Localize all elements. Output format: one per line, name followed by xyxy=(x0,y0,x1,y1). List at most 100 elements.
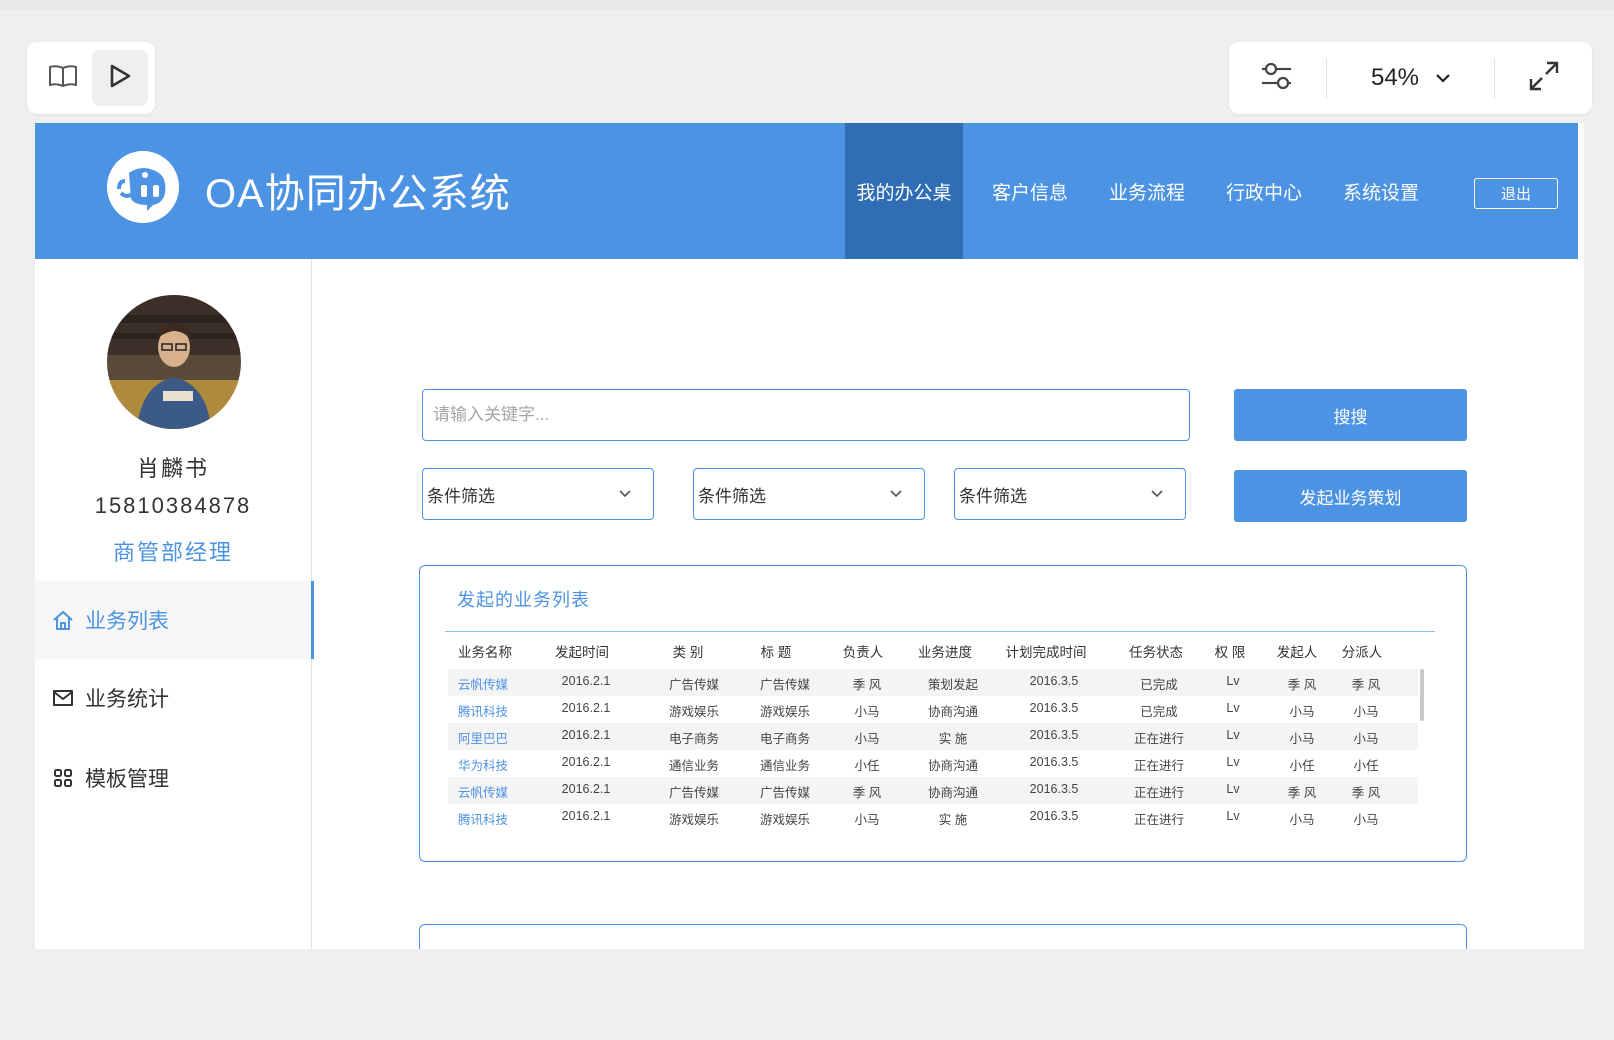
robot-icon xyxy=(107,151,179,223)
search-button[interactable]: 搜搜 xyxy=(1234,389,1467,441)
table-row[interactable]: 华为科技 2016.2.1 通信业务 通信业务 小任 协商沟通 2016.3.5 正在进行 Lv… xyxy=(448,750,1418,777)
table-cell: 实 施 xyxy=(938,813,968,827)
table-cell: 正在进行 xyxy=(1133,759,1185,773)
column-header-col-permission: 权 限 xyxy=(1214,645,1246,660)
table-cell: 季 风 xyxy=(852,678,882,692)
table-cell: 已完成 xyxy=(1140,678,1178,692)
table-row[interactable]: 云帆传媒 2016.2.1 广告传媒 广告传媒 季 风 协商沟通 2016.3.5 正在进行 L… xyxy=(448,777,1418,804)
expand-icon xyxy=(1527,59,1561,98)
nav-item-admin-center[interactable]: 行政中心 xyxy=(1217,123,1311,259)
business-name-link[interactable]: 云帆传媒 xyxy=(458,674,508,693)
table-cell: 2016.3.5 xyxy=(1029,809,1079,823)
table-divider xyxy=(445,631,1435,632)
zoom-level: 54% xyxy=(1370,64,1420,91)
chevron-down-icon xyxy=(888,485,904,501)
table-scrollbar[interactable] xyxy=(1420,669,1424,721)
nav-item-system-settings[interactable]: 系统设置 xyxy=(1334,123,1428,259)
table-cell: 广告传媒 xyxy=(759,678,811,692)
business-name-link[interactable]: 云帆传媒 xyxy=(458,782,508,801)
sidebar-item-business-list[interactable]: 业务列表 xyxy=(35,581,314,659)
column-header-col-progress: 业务进度 xyxy=(918,645,972,660)
table-cell: 策划发起 xyxy=(927,678,979,692)
table-cell: 小任 xyxy=(1289,759,1315,773)
panel-title: 发起的业务列表 xyxy=(457,590,590,610)
table-cell: 小马 xyxy=(1289,732,1315,746)
table-body: 云帆传媒 2016.2.1 广告传媒 广告传媒季 风策划发起 2016.3.5 已完成 Lv… xyxy=(448,669,1418,831)
table-cell: 季 风 xyxy=(1351,786,1381,800)
business-name-link[interactable]: 腾讯科技 xyxy=(458,701,508,720)
viewer-toolbar-left xyxy=(27,42,155,114)
table-row[interactable]: 阿里巴巴 2016.2.1 电子商务 电子商务 小马 实 施 2016.3.5 正在进行 Lv 小… xyxy=(448,723,1418,750)
filter-select-3[interactable]: 条件筛选 xyxy=(954,468,1186,520)
table-cell: 协商沟通 xyxy=(927,705,979,719)
mail-icon xyxy=(51,686,75,710)
table-row[interactable]: 腾讯科技 2016.2.1 游戏娱乐 游戏娱乐 小马 实 施 2016.3.5 正在进行 Lv 小… xyxy=(448,804,1418,831)
nav-item-business-process[interactable]: 业务流程 xyxy=(1100,123,1194,259)
table-row[interactable]: 云帆传媒 2016.2.1 广告传媒 广告传媒 季 风 策划发起 2016.3.5 已完成 Lv… xyxy=(448,669,1418,696)
table-cell: 已完成 xyxy=(1140,705,1178,719)
table-cell: 游戏娱乐 xyxy=(668,705,720,719)
table-cell: 游戏娱乐 xyxy=(759,813,811,827)
nav-item-my-desk[interactable]: 我的办公桌 xyxy=(845,123,963,259)
sidebar-item-label: 模板管理 xyxy=(85,768,169,791)
filter-select-2[interactable]: 条件筛选 xyxy=(693,468,925,520)
table-cell: 正在进行 xyxy=(1133,813,1185,827)
table-row[interactable]: 腾讯科技 2016.2.1 游戏娱乐 游戏娱乐 小马 协商沟通 2016.3.5 已完成 Lv 小… xyxy=(448,696,1418,723)
table-cell: 2016.3.5 xyxy=(1029,755,1079,769)
column-header-col-plan-date: 计划完成时间 xyxy=(1005,645,1087,660)
book-button[interactable] xyxy=(35,50,91,106)
column-header-col-category: 类 别 xyxy=(672,645,704,660)
nav-item-customer-info[interactable]: 客户信息 xyxy=(983,123,1077,259)
table-cell: 小马 xyxy=(854,705,880,719)
business-name-link[interactable]: 腾讯科技 xyxy=(458,809,508,828)
table-cell: 2016.3.5 xyxy=(1029,728,1079,742)
chevron-down-icon xyxy=(1435,72,1451,84)
table-cell: Lv xyxy=(1226,701,1240,715)
table-cell: 游戏娱乐 xyxy=(668,813,720,827)
table-cell: 小马 xyxy=(1353,732,1379,746)
table-cell: 2016.2.1 xyxy=(561,728,611,742)
business-name-link[interactable]: 阿里巴巴 xyxy=(458,728,508,747)
table-cell: Lv xyxy=(1226,728,1240,742)
column-header-col-assignee: 分派人 xyxy=(1341,645,1383,660)
fullscreen-button[interactable] xyxy=(1509,42,1579,114)
settings-button[interactable] xyxy=(1249,42,1305,114)
app-logo xyxy=(107,151,179,223)
sidebar-item-template-management[interactable]: 模板管理 xyxy=(35,739,311,817)
logout-button[interactable]: 退出 xyxy=(1474,178,1558,209)
table-cell: 小马 xyxy=(1289,705,1315,719)
sidebar-item-business-stats[interactable]: 业务统计 xyxy=(35,659,311,737)
table-cell: 2016.3.5 xyxy=(1029,782,1079,796)
table-cell: 2016.2.1 xyxy=(561,755,611,769)
table-cell: 2016.2.1 xyxy=(561,674,611,688)
sidebar-item-label: 业务列表 xyxy=(85,610,169,633)
table-cell: Lv xyxy=(1226,674,1240,688)
filter-select-value: 条件筛选 xyxy=(959,486,1027,506)
create-business-plan-button[interactable]: 发起业务策划 xyxy=(1234,470,1467,522)
viewer-top-strip xyxy=(0,0,1614,10)
play-button[interactable] xyxy=(92,50,148,106)
table-cell: 2016.3.5 xyxy=(1029,674,1079,688)
table-cell: 季 风 xyxy=(1287,786,1317,800)
sliders-icon xyxy=(1260,59,1294,98)
table-cell: 小马 xyxy=(854,732,880,746)
table-cell: 正在进行 xyxy=(1133,786,1185,800)
table-cell: 协商沟通 xyxy=(927,786,979,800)
table-cell: 电子商务 xyxy=(759,732,811,746)
business-name-link[interactable]: 华为科技 xyxy=(458,755,508,774)
table-cell: Lv xyxy=(1226,782,1240,796)
user-name: 肖麟书 xyxy=(136,456,209,481)
search-input[interactable] xyxy=(422,389,1190,441)
table-cell: 小任 xyxy=(854,759,880,773)
toolbar-divider xyxy=(1326,58,1327,98)
filter-select-value: 条件筛选 xyxy=(698,486,766,506)
table-cell: 2016.2.1 xyxy=(561,701,611,715)
column-header-col-initiator: 发起人 xyxy=(1276,645,1318,660)
filter-select-1[interactable]: 条件筛选 xyxy=(422,468,654,520)
table-cell: 2016.2.1 xyxy=(561,782,611,796)
table-cell: 季 风 xyxy=(1351,678,1381,692)
business-list-panel: 发起的业务列表 业务名称 发起时间 类 别 标 题 负责人 业务进度 计划完成时间 任务状态 权… xyxy=(419,565,1467,862)
table-cell: 季 风 xyxy=(852,786,882,800)
zoom-dropdown[interactable]: 54% xyxy=(1341,42,1481,114)
table-cell: 季 风 xyxy=(1287,678,1317,692)
